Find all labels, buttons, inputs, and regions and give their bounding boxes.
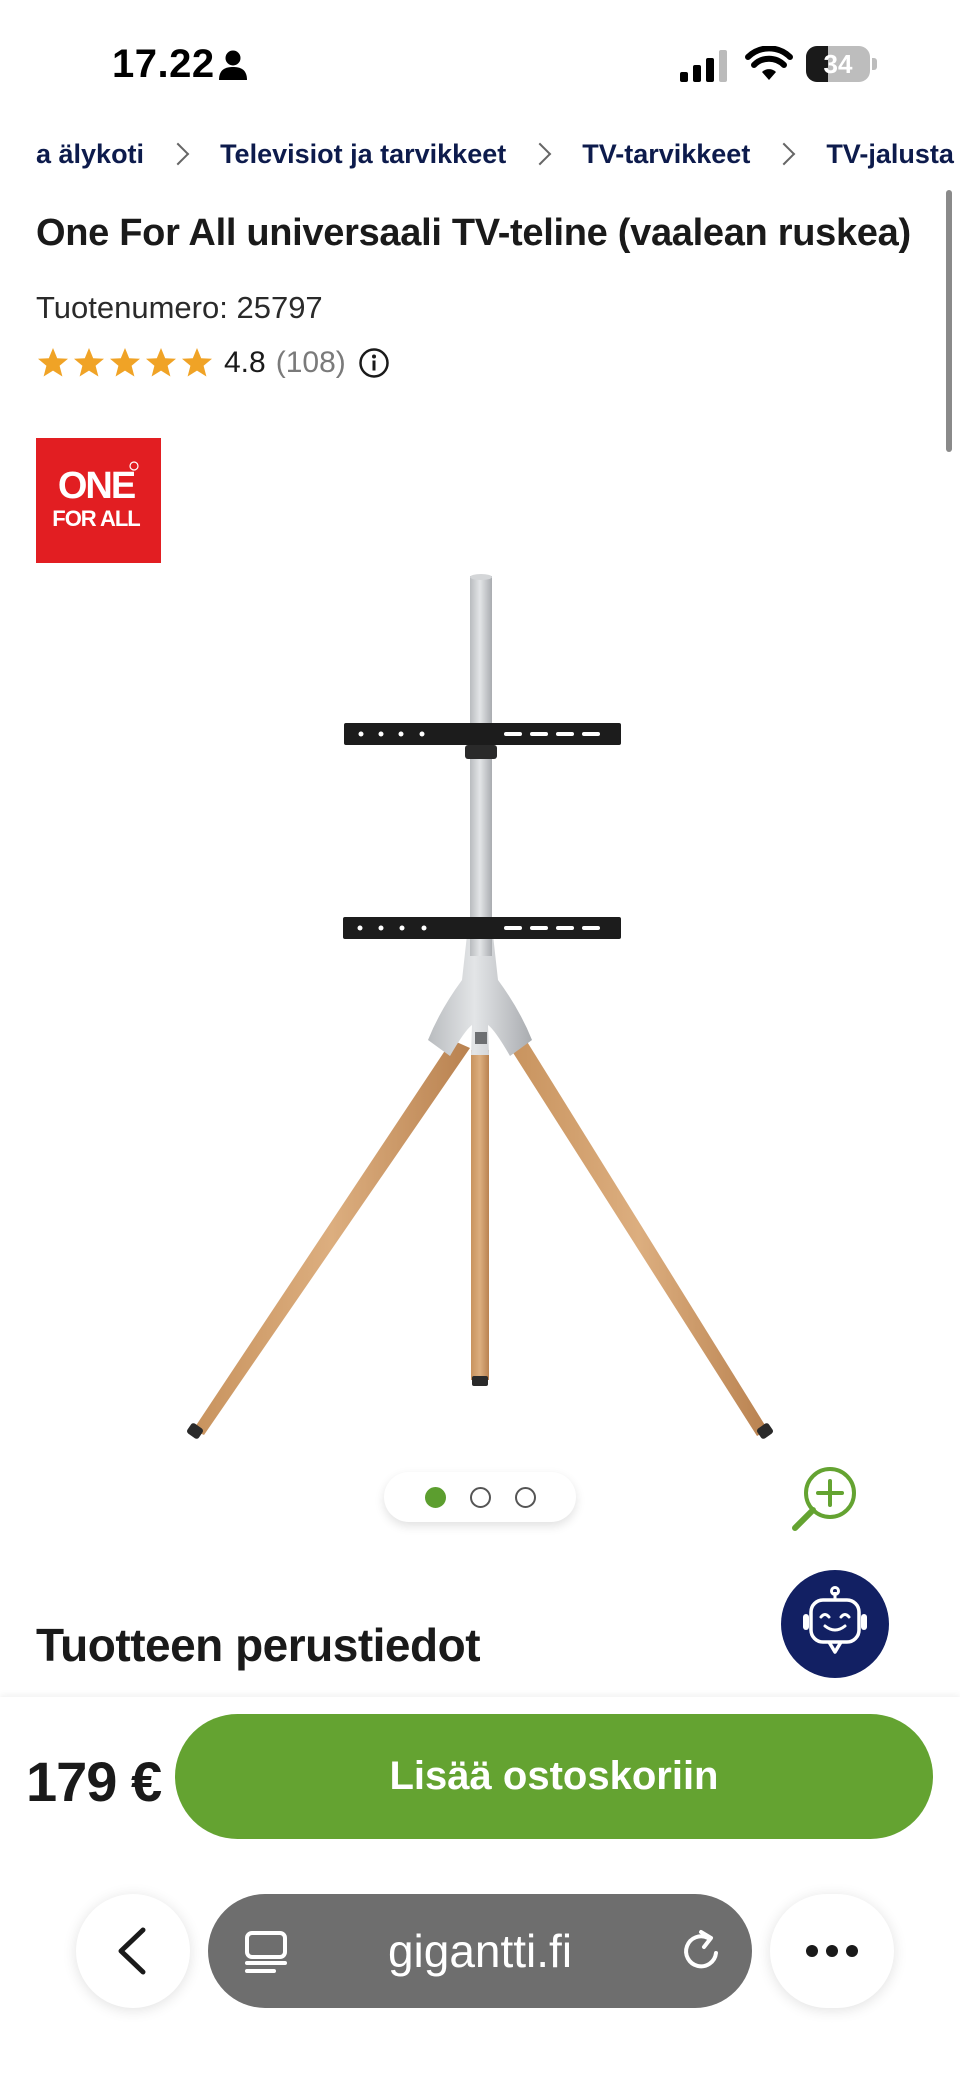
breadcrumb-item-tvs[interactable]: Televisiot ja tarvikkeet	[220, 139, 506, 170]
rating-value: 4.8	[224, 346, 266, 379]
status-time: 17.22	[112, 42, 215, 86]
add-to-cart-button[interactable]: Lisää ostoskoriin	[175, 1714, 933, 1839]
mount-bracket-upper	[344, 723, 621, 745]
robot-icon	[803, 1586, 867, 1654]
chevron-right-icon	[166, 142, 190, 166]
star-icon	[74, 348, 104, 377]
brand-logo[interactable]: ONE FOR ALL	[36, 438, 161, 563]
breadcrumb-item-smart-home[interactable]: a älykoti	[36, 139, 144, 170]
rating[interactable]: 4.8 (108)	[36, 343, 390, 383]
star-icon	[146, 348, 176, 377]
carousel-dot[interactable]	[424, 1486, 446, 1508]
brand-logo-line1: ONE	[58, 465, 135, 507]
back-button[interactable]	[76, 1894, 190, 2008]
scrollbar-thumb[interactable]	[946, 190, 952, 452]
reload-icon[interactable]	[680, 1929, 724, 1973]
status-bar: 17.22 34	[0, 0, 960, 130]
star-icon	[38, 348, 68, 377]
breadcrumb-item-tv-accessories[interactable]: TV-tarvikkeet	[582, 139, 750, 170]
star-icon	[182, 348, 212, 377]
carousel-dot[interactable]	[469, 1486, 491, 1508]
leg-center	[471, 1050, 489, 1380]
address-bar[interactable]: gigantti.fi	[208, 1894, 752, 2008]
brand-logo-line2: FOR ALL	[52, 506, 140, 531]
info-icon[interactable]	[358, 347, 390, 379]
breadcrumb-item-tv-stand[interactable]: TV-jalusta	[826, 139, 954, 170]
chevron-right-icon	[772, 142, 796, 166]
carousel-dot[interactable]	[514, 1486, 536, 1508]
price: 179 €	[26, 1750, 162, 1813]
back-icon	[118, 1927, 146, 1975]
carousel-dots[interactable]	[384, 1472, 576, 1522]
battery-level: 34	[823, 49, 853, 79]
leg-left	[193, 1040, 470, 1435]
battery-icon: 34	[806, 46, 878, 82]
browser-toolbar: gigantti.fi	[0, 1869, 960, 2081]
purchase-bar: 179 € Lisää ostoskoriin	[0, 1697, 960, 1869]
more-options-button[interactable]	[770, 1894, 894, 2008]
url-text: gigantti.fi	[387, 1925, 573, 1977]
zoom-in-icon[interactable]	[786, 1460, 866, 1540]
stand-pole	[470, 576, 492, 956]
mount-bracket-lower	[343, 917, 621, 939]
product-image[interactable]	[180, 570, 780, 1460]
rating-stars	[36, 346, 216, 380]
rating-count: (108)	[275, 346, 346, 379]
leg-right	[510, 1040, 768, 1436]
more-icon	[806, 1945, 858, 1957]
section-heading: Tuotteen perustiedot	[36, 1619, 481, 1671]
signal-icon	[680, 50, 727, 82]
one-for-all-logo-icon: ONE FOR ALL	[52, 461, 141, 531]
chat-assistant-button[interactable]	[781, 1570, 889, 1678]
breadcrumb: a älykoti Televisiot ja tarvikkeet TV-ta…	[36, 134, 960, 174]
sku-value: 25797	[236, 290, 323, 325]
sku-label: Tuotenumero:	[36, 290, 228, 325]
star-icon	[110, 348, 140, 377]
page-title: One For All universaali TV-teline (vaale…	[36, 212, 911, 254]
chevron-right-icon	[528, 142, 552, 166]
product-number: Tuotenumero: 25797	[36, 290, 323, 326]
person-icon	[219, 50, 247, 80]
wifi-icon	[745, 46, 793, 80]
